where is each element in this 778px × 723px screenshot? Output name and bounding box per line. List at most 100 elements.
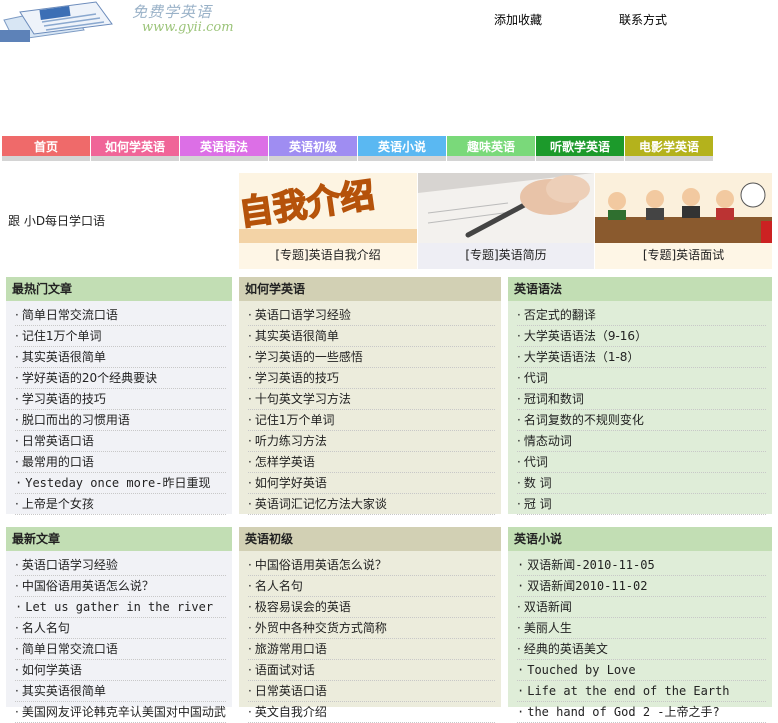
- box-beginner: 英语初级 中国俗语用英语怎么说？ 名人名句 极容易误会的英语 外贸中各种交货方式…: [239, 527, 501, 723]
- box-title: 英语语法: [508, 277, 772, 301]
- list-item[interactable]: 双语新闻-2010-11-05: [517, 555, 766, 576]
- feature-self-intro[interactable]: 自我介绍 [专题]英语自我介绍: [239, 173, 417, 269]
- list-item[interactable]: 记住1万个单词: [15, 326, 226, 347]
- nav-tab-home[interactable]: 首页: [2, 136, 90, 163]
- feature-interview[interactable]: [专题]英语面试: [595, 173, 772, 269]
- list-item[interactable]: 情态动词: [517, 431, 766, 452]
- list-item[interactable]: 上帝是个女孩: [15, 494, 226, 515]
- nav-tab-label: 首页: [33, 140, 58, 154]
- box-title: 最热门文章: [6, 277, 232, 301]
- list-item[interactable]: 英语口语学习经验: [248, 305, 495, 326]
- logo-url: www.gyii.com: [142, 20, 234, 35]
- list-item[interactable]: 名人名句: [248, 576, 495, 597]
- article-list: 简单日常交流口语 记住1万个单词 其实英语很简单 学好英语的20个经典要诀 学习…: [6, 301, 232, 515]
- list-item[interactable]: 学好英语的20个经典要诀: [15, 368, 226, 389]
- nav-tab-novels[interactable]: 英语小说: [358, 136, 446, 163]
- list-item[interactable]: 名人名句: [15, 618, 226, 639]
- article-list: 中国俗语用英语怎么说？ 名人名句 极容易误会的英语 外贸中各种交货方式简称 旅游…: [239, 551, 501, 723]
- self-intro-banner-image: 自我介绍: [239, 173, 417, 243]
- list-item[interactable]: 外贸中各种交货方式简称: [248, 618, 495, 639]
- list-item[interactable]: 最常用的口语: [15, 452, 226, 473]
- list-item[interactable]: 学习英语的技巧: [248, 368, 495, 389]
- site-logo[interactable]: 免费学英语 www.gyii.com: [0, 0, 250, 42]
- feature-caption: [专题]英语面试: [642, 248, 725, 262]
- nav-tab-stripe: [447, 156, 535, 161]
- nav-tab-stripe: [2, 156, 90, 161]
- list-item[interactable]: Life at the end of the Earth: [517, 681, 766, 702]
- list-item[interactable]: 如何学英语: [15, 660, 226, 681]
- list-item[interactable]: 中国俗语用英语怎么说？: [248, 555, 495, 576]
- list-item[interactable]: 冠词和数词: [517, 389, 766, 410]
- box-title: 如何学英语: [239, 277, 501, 301]
- nav-tab-label: 听歌学英语: [549, 140, 610, 154]
- contact-link[interactable]: 联系方式: [619, 11, 667, 28]
- list-item[interactable]: 否定式的翻译: [517, 305, 766, 326]
- list-item[interactable]: 英语词汇记忆方法大家谈: [248, 494, 495, 515]
- list-item[interactable]: 旅游常用口语: [248, 639, 495, 660]
- list-item[interactable]: 美国网友评论韩克辛认美国对中国动武: [15, 702, 226, 723]
- daily-spoken-english-link[interactable]: 跟 小D每日学口语: [8, 212, 105, 229]
- list-item[interactable]: 经典的英语美文: [517, 639, 766, 660]
- resume-writing-image: [418, 173, 594, 243]
- list-item[interactable]: 冠 词: [517, 494, 766, 515]
- list-item[interactable]: 双语新闻: [517, 597, 766, 618]
- list-item[interactable]: 其实英语很简单: [248, 326, 495, 347]
- list-item[interactable]: 简单日常交流口语: [15, 305, 226, 326]
- nav-tab-how-to-learn[interactable]: 如何学英语: [91, 136, 179, 163]
- list-item[interactable]: 十句英文学习方法: [248, 389, 495, 410]
- nav-tab-stripe: [358, 156, 446, 161]
- feature-caption: [专题]英语简历: [465, 248, 547, 262]
- list-item[interactable]: Touched by Love: [517, 660, 766, 681]
- nav-tab-label: 趣味英语: [466, 140, 515, 154]
- list-item[interactable]: 大学英语语法（9-16）: [517, 326, 766, 347]
- article-list: 英语口语学习经验 中国俗语用英语怎么说？ Let us gather in th…: [6, 551, 232, 723]
- list-item[interactable]: 简单日常交流口语: [15, 639, 226, 660]
- list-item[interactable]: 其实英语很简单: [15, 347, 226, 368]
- list-item[interactable]: 日常英语口语: [15, 431, 226, 452]
- box-grammar: 英语语法 否定式的翻译 大学英语语法（9-16） 大学英语语法（1-8） 代词 …: [508, 277, 772, 515]
- list-item[interactable]: 代词: [517, 368, 766, 389]
- list-item[interactable]: 代词: [517, 452, 766, 473]
- feature-caption: [专题]英语自我介绍: [275, 248, 381, 262]
- list-item[interactable]: 名词复数的不规则变化: [517, 410, 766, 431]
- main-nav: 首页 如何学英语 英语语法 英语初级 英语小说 趣味英语 听歌学英语 电影学英语: [2, 136, 714, 163]
- list-item[interactable]: 语面试对话: [248, 660, 495, 681]
- nav-tab-movies[interactable]: 电影学英语: [625, 136, 713, 163]
- list-item[interactable]: 中国俗语用英语怎么说？: [15, 576, 226, 597]
- nav-tab-fun[interactable]: 趣味英语: [447, 136, 535, 163]
- list-item[interactable]: 脱口而出的习惯用语: [15, 410, 226, 431]
- list-item[interactable]: 大学英语语法（1-8）: [517, 347, 766, 368]
- list-item[interactable]: 日常英语口语: [248, 681, 495, 702]
- list-item[interactable]: 其实英语很简单: [15, 681, 226, 702]
- feature-resume[interactable]: [专题]英语简历: [418, 173, 594, 269]
- list-item[interactable]: 学习英语的技巧: [15, 389, 226, 410]
- list-item[interactable]: 美丽人生: [517, 618, 766, 639]
- list-item[interactable]: 记住1万个单词: [248, 410, 495, 431]
- nav-tab-stripe: [625, 156, 713, 161]
- list-item[interactable]: 听力练习方法: [248, 431, 495, 452]
- nav-tab-songs[interactable]: 听歌学英语: [536, 136, 624, 163]
- interview-cartoon-image: [595, 173, 772, 243]
- list-item[interactable]: Let us gather in the river: [15, 597, 226, 618]
- nav-tab-grammar[interactable]: 英语语法: [180, 136, 268, 163]
- add-bookmark-link[interactable]: 添加收藏: [494, 11, 542, 28]
- list-item[interactable]: Yesteday once more-昨日重现: [15, 473, 226, 494]
- list-item[interactable]: 学习英语的一些感悟: [248, 347, 495, 368]
- nav-tab-stripe: [269, 156, 357, 161]
- list-item[interactable]: 怎样学英语: [248, 452, 495, 473]
- nav-tab-label: 如何学英语: [104, 140, 165, 154]
- box-novels: 英语小说 双语新闻-2010-11-05 双语新闻2010-11-02 双语新闻…: [508, 527, 772, 723]
- list-item[interactable]: 极容易误会的英语: [248, 597, 495, 618]
- list-item[interactable]: 双语新闻2010-11-02: [517, 576, 766, 597]
- list-item[interactable]: 英语口语学习经验: [15, 555, 226, 576]
- nav-tab-beginner[interactable]: 英语初级: [269, 136, 357, 163]
- list-item[interactable]: the hand of God 2 -上帝之手?: [517, 702, 766, 723]
- list-item[interactable]: 如何学好英语: [248, 473, 495, 494]
- box-hot-articles: 最热门文章 简单日常交流口语 记住1万个单词 其实英语很简单 学好英语的20个经…: [6, 277, 232, 515]
- article-list: 英语口语学习经验 其实英语很简单 学习英语的一些感悟 学习英语的技巧 十句英文学…: [239, 301, 501, 515]
- box-how-to-learn: 如何学英语 英语口语学习经验 其实英语很简单 学习英语的一些感悟 学习英语的技巧…: [239, 277, 501, 515]
- nav-tab-stripe: [91, 156, 179, 161]
- nav-tab-stripe: [536, 156, 624, 161]
- list-item[interactable]: 数 词: [517, 473, 766, 494]
- list-item[interactable]: 英文自我介绍: [248, 702, 495, 723]
